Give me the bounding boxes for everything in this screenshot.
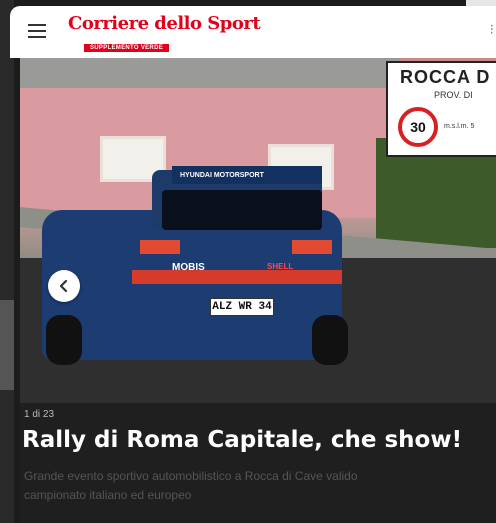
photo-roof: [20, 58, 400, 88]
gallery-headline[interactable]: Rally di Roma Capitale, che show!: [22, 427, 462, 453]
gallery-description: Grande evento sportivo automobilistico a…: [24, 467, 494, 505]
car-body: [42, 210, 342, 360]
gallery-photo[interactable]: ROCCA D PROV. DI 30 m.s.l.m. 5 HYUNDAI M…: [20, 58, 496, 403]
background-page-left: [0, 0, 14, 523]
car-wheel: [312, 315, 348, 365]
sign-title: ROCCA D: [400, 67, 491, 87]
car-tail-light: [292, 240, 332, 254]
header-edge-icon: ⁝: [489, 22, 494, 38]
road-sign: ROCCA D PROV. DI 30 m.s.l.m. 5: [386, 61, 496, 157]
car-stripe: [132, 270, 342, 284]
license-plate: ALZ WR 34: [210, 298, 274, 316]
chevron-left-icon: [59, 279, 68, 293]
previous-slide-button[interactable]: [48, 270, 80, 302]
rally-car: HYUNDAI MOTORSPORT MOBIS SHELL ALZ WR 34: [32, 166, 352, 370]
gallery-caption: 1 di 23 Rally di Roma Capitale, che show…: [20, 403, 496, 523]
sign-prov: PROV. DI: [434, 90, 473, 100]
car-tail-light: [140, 240, 180, 254]
speed-limit-sign: 30: [398, 107, 438, 147]
description-line: campionato italiano ed europeo: [24, 488, 192, 502]
slide-counter: 1 di 23: [24, 409, 55, 420]
sign-small-text: m.s.l.m. 5: [444, 123, 475, 130]
menu-icon[interactable]: [28, 24, 46, 38]
car-window: [162, 190, 322, 230]
site-logo[interactable]: Corriere dello Sport SUPPLEMENTO VERDE: [68, 13, 261, 53]
site-header: Corriere dello Sport SUPPLEMENTO VERDE ⁝: [10, 6, 496, 58]
car-brand-text: HYUNDAI MOTORSPORT: [180, 172, 264, 179]
car-wheel: [46, 315, 82, 365]
logo-name: Corriere dello Sport: [68, 13, 261, 34]
description-line: Grande evento sportivo automobilistico a…: [24, 469, 358, 483]
logo-tagline: SUPPLEMENTO VERDE: [84, 44, 170, 52]
